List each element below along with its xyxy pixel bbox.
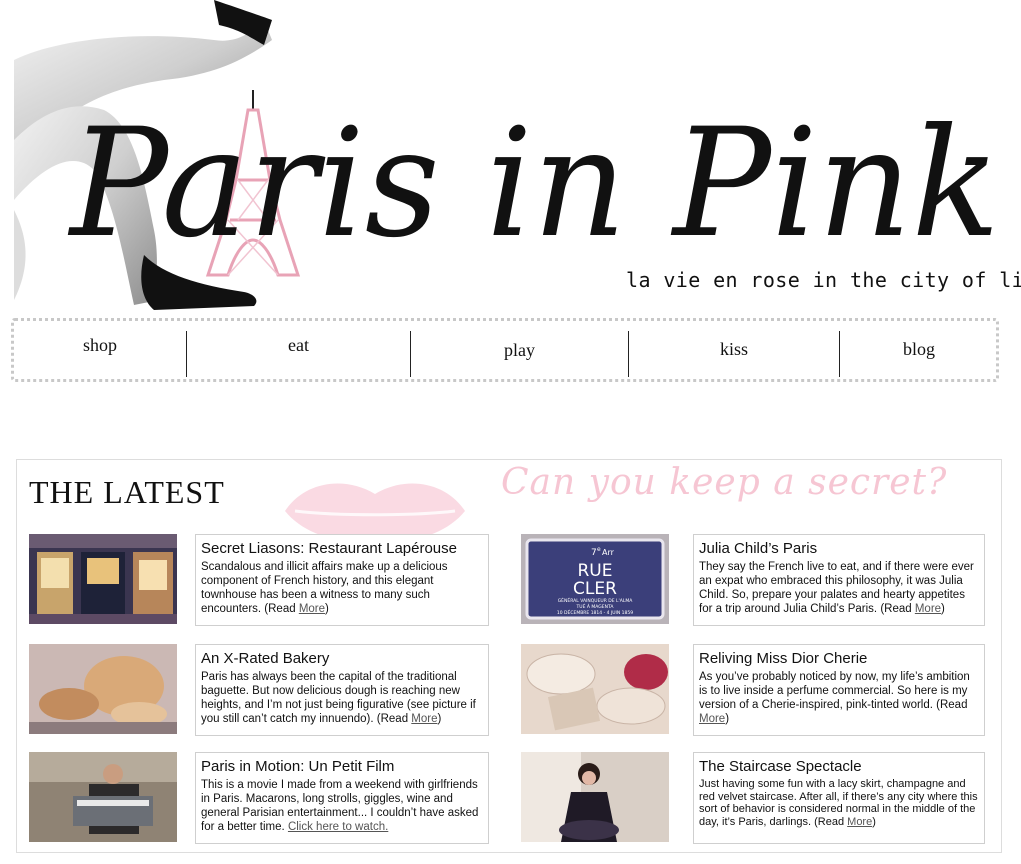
post-excerpt: Scandalous and illicit affairs make up a… [201, 561, 448, 615]
nav-item-eat[interactable]: eat [187, 335, 410, 379]
post-thumbnail[interactable] [29, 534, 177, 624]
post-title[interactable]: Julia Child’s Paris [699, 540, 980, 557]
nav-item-label: kiss [719, 339, 748, 359]
post-title[interactable]: Secret Liasons: Restaurant Lapérouse [201, 540, 484, 557]
secret-overlay-text: Can you keep a secret? [501, 462, 948, 503]
site-header: Paris in Pink la vie en rose in the city… [0, 0, 1021, 320]
post-item: 7 e Arr RUE CLER GÉNÉRAL VAINQUEUR DE L'… [521, 534, 985, 626]
read-more-link[interactable]: More [411, 713, 437, 725]
latest-posts-panel: Can you keep a secret? THE LATEST Secret… [16, 459, 1002, 853]
nav-item-shop[interactable]: shop [14, 335, 186, 379]
post-excerpt: Paris has always been the capital of the… [201, 671, 476, 725]
post-excerpt: This is a movie I made from a weekend wi… [201, 779, 479, 833]
sign-line-2: CLER [573, 579, 617, 599]
post-item: The Staircase Spectacle Just having some… [521, 752, 985, 844]
post-thumbnail[interactable] [29, 752, 177, 842]
post-card: The Staircase Spectacle Just having some… [693, 752, 985, 844]
section-title: THE LATEST [29, 474, 225, 510]
post-card: An X-Rated Bakery Paris has always been … [195, 644, 489, 736]
main-navigation: shop eat play kiss blog [11, 318, 999, 382]
post-item: Paris in Motion: Un Petit Film This is a… [29, 752, 489, 844]
logo-title: Paris in Pink [67, 97, 1000, 271]
post-item: Secret Liasons: Restaurant Lapérouse Sca… [29, 534, 489, 626]
post-title[interactable]: An X-Rated Bakery [201, 650, 484, 667]
post-card: Secret Liasons: Restaurant Lapérouse Sca… [195, 534, 489, 626]
nav-item-blog[interactable]: blog [840, 339, 998, 383]
nav-item-label: shop [82, 335, 117, 355]
read-more-link[interactable]: More [299, 603, 325, 615]
post-card: Reliving Miss Dior Cherie As you’ve prob… [693, 644, 985, 736]
sign-arr-suffix: e [597, 546, 601, 553]
post-excerpt: They say the French live to eat, and if … [699, 561, 974, 615]
nav-item-label: play [504, 340, 535, 360]
post-title[interactable]: Reliving Miss Dior Cherie [699, 650, 980, 667]
nav-item-label: blog [902, 339, 935, 359]
nav-item-play[interactable]: play [411, 340, 628, 384]
post-item: An X-Rated Bakery Paris has always been … [29, 644, 489, 736]
post-item: Reliving Miss Dior Cherie As you’ve prob… [521, 644, 985, 736]
site-tagline: la vie en rose in the city of light [626, 268, 1021, 292]
sign-arrondissement: 7 [591, 548, 597, 558]
sign-line-1: RUE [578, 561, 613, 581]
post-excerpt: As you’ve probably noticed by now, my li… [699, 671, 970, 725]
read-more-link[interactable]: More [699, 713, 725, 725]
site-logo[interactable]: Paris in Pink [60, 50, 1020, 290]
sign-arr-label: Arr [602, 548, 615, 557]
nav-item-label: eat [288, 335, 309, 355]
post-card: Julia Child’s Paris They say the French … [693, 534, 985, 626]
post-card: Paris in Motion: Un Petit Film This is a… [195, 752, 489, 844]
nav-item-kiss[interactable]: kiss [629, 339, 839, 383]
post-thumbnail[interactable] [29, 644, 177, 734]
post-title[interactable]: The Staircase Spectacle [699, 758, 980, 775]
post-thumbnail[interactable]: 7 e Arr RUE CLER GÉNÉRAL VAINQUEUR DE L'… [521, 534, 669, 624]
post-title[interactable]: Paris in Motion: Un Petit Film [201, 758, 484, 775]
post-thumbnail[interactable] [521, 644, 669, 734]
post-excerpt: Just having some fun with a lacy skirt, … [699, 778, 978, 828]
watch-video-link[interactable]: Click here to watch. [288, 821, 388, 833]
read-more-link[interactable]: More [847, 816, 872, 828]
post-thumbnail[interactable] [521, 752, 669, 842]
read-more-link[interactable]: More [915, 603, 941, 615]
